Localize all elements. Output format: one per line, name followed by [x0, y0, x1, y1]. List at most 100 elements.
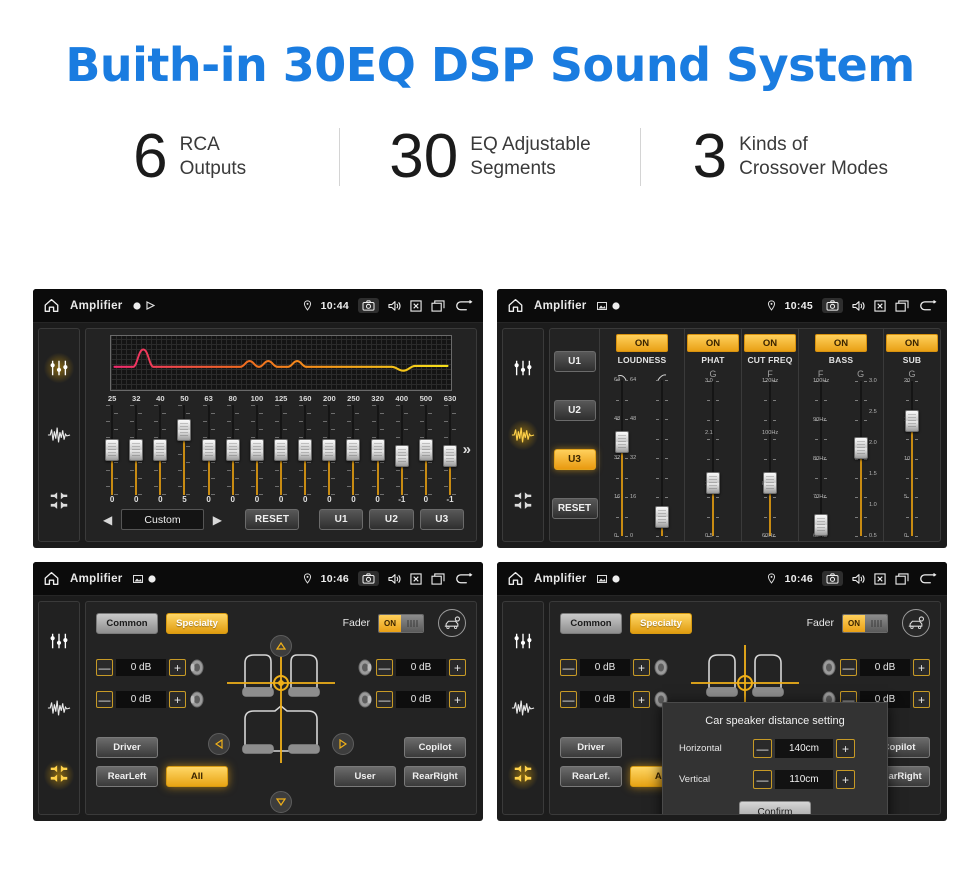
increase-button[interactable]: + [633, 659, 650, 676]
sidebar-item-equalizer[interactable] [44, 353, 74, 384]
sidebar-item-equalizer[interactable] [508, 626, 538, 656]
recent-apps-icon[interactable] [431, 572, 445, 585]
slider-knob[interactable] [370, 439, 385, 461]
confirm-button[interactable]: Confirm [739, 801, 811, 814]
preset-u1-button[interactable]: U1 [318, 509, 364, 530]
toggle-phat[interactable]: ON [687, 334, 739, 352]
nav-right-button[interactable] [332, 733, 354, 755]
sidebar-item-equalizer[interactable] [508, 353, 538, 383]
seat-user-button[interactable]: User [334, 766, 396, 787]
horizontal-decrease-button[interactable]: — [753, 739, 772, 758]
decrease-button[interactable]: — [560, 659, 577, 676]
volume-icon[interactable] [852, 573, 865, 585]
eq-band-slider[interactable] [390, 405, 414, 496]
sidebar-item-balance[interactable] [44, 487, 74, 517]
eq-band-slider[interactable] [221, 405, 245, 496]
nav-left-button[interactable] [208, 733, 230, 755]
preset-prev-button[interactable]: ◀ [100, 513, 115, 527]
more-bands-icon[interactable]: » [463, 441, 471, 458]
fader-knob[interactable] [655, 506, 669, 529]
reset-button[interactable]: RESET [244, 509, 299, 530]
increase-button[interactable]: + [449, 659, 466, 676]
increase-button[interactable]: + [449, 691, 466, 708]
slider-knob[interactable] [177, 419, 192, 442]
toggle-loudness[interactable]: ON [616, 334, 668, 352]
camera-icon[interactable] [358, 298, 379, 313]
slider-knob[interactable] [201, 439, 216, 461]
home-icon[interactable] [507, 298, 524, 313]
fader-toggle[interactable]: ON [842, 613, 888, 633]
decrease-button[interactable]: — [96, 659, 113, 676]
fader-knob[interactable] [905, 410, 919, 433]
slider-knob[interactable] [443, 445, 458, 468]
eq-band-slider[interactable] [414, 405, 438, 496]
fader-knob[interactable] [706, 472, 720, 495]
decrease-button[interactable]: — [376, 659, 393, 676]
seat-driver-button[interactable]: Driver [96, 737, 158, 758]
close-box-icon[interactable] [410, 299, 422, 312]
sidebar-item-waveform[interactable] [508, 693, 538, 723]
preset-u2-button[interactable]: U2 [369, 509, 414, 530]
seat-copilot-button[interactable]: Copilot [404, 737, 466, 758]
vertical-decrease-button[interactable]: — [753, 770, 772, 789]
recent-apps-icon[interactable] [431, 299, 445, 312]
back-arrow-icon[interactable] [918, 572, 937, 585]
preset-u1-button[interactable]: U1 [553, 351, 596, 372]
slider-knob[interactable] [394, 445, 409, 468]
seat-rearright-button[interactable]: RearRight [404, 766, 466, 787]
camera-icon[interactable] [358, 571, 379, 586]
back-arrow-icon[interactable] [454, 299, 473, 312]
slider-knob[interactable] [129, 439, 144, 461]
preset-u3-button[interactable]: U3 [419, 509, 465, 530]
fader-control[interactable]: 64 48 32 16 0 64 48 32 16 0 [602, 377, 642, 539]
home-icon[interactable] [507, 571, 524, 586]
eq-band-slider[interactable] [293, 405, 317, 496]
decrease-button[interactable]: — [840, 659, 857, 676]
speaker-distance-button[interactable] [902, 609, 930, 637]
tab-specialty[interactable]: Specialty [630, 612, 692, 634]
tab-common[interactable]: Common [96, 612, 158, 634]
volume-icon[interactable] [852, 300, 865, 312]
eq-band-slider[interactable] [366, 405, 390, 496]
eq-band-slider[interactable] [438, 405, 462, 496]
recent-apps-icon[interactable] [895, 572, 909, 585]
eq-band-slider[interactable] [269, 405, 293, 496]
increase-button[interactable]: + [633, 691, 650, 708]
fader-control[interactable]: 20151050 [892, 378, 932, 539]
fader-knob[interactable] [763, 472, 777, 495]
fader-toggle[interactable]: ON [378, 613, 424, 633]
sidebar-item-waveform[interactable] [44, 693, 74, 723]
increase-button[interactable]: + [169, 659, 186, 676]
back-arrow-icon[interactable] [454, 572, 473, 585]
nav-down-button[interactable] [270, 791, 292, 813]
fader-knob[interactable] [854, 436, 868, 459]
seat-driver-button[interactable]: Driver [560, 737, 622, 758]
slider-knob[interactable] [322, 439, 337, 461]
toggle-bass[interactable]: ON [815, 334, 867, 352]
eq-band-slider[interactable] [124, 405, 148, 496]
camera-icon[interactable] [822, 298, 843, 313]
slider-knob[interactable] [105, 439, 120, 461]
decrease-button[interactable]: — [376, 691, 393, 708]
eq-band-slider[interactable] [172, 405, 196, 496]
increase-button[interactable]: + [169, 691, 186, 708]
slider-knob[interactable] [225, 439, 240, 461]
sidebar-item-equalizer[interactable] [44, 626, 74, 656]
eq-band-slider[interactable] [317, 405, 341, 496]
seat-rearleft-button[interactable]: RearLef. [560, 766, 622, 787]
slider-knob[interactable] [153, 439, 168, 461]
toggle-cut-freq[interactable]: ON [744, 334, 796, 352]
decrease-button[interactable]: — [96, 691, 113, 708]
tab-specialty[interactable]: Specialty [166, 612, 228, 634]
volume-icon[interactable] [388, 573, 401, 585]
eq-band-slider[interactable] [197, 405, 221, 496]
fader-control[interactable]: 3.02.11.30.5 [693, 378, 733, 539]
sidebar-item-waveform[interactable] [508, 419, 538, 450]
camera-icon[interactable] [822, 571, 843, 586]
sidebar-item-balance[interactable] [508, 759, 538, 790]
slider-knob[interactable] [418, 439, 433, 461]
speaker-distance-button[interactable] [438, 609, 466, 637]
decrease-button[interactable]: — [560, 691, 577, 708]
nav-up-button[interactable] [270, 635, 292, 657]
home-icon[interactable] [43, 571, 60, 586]
